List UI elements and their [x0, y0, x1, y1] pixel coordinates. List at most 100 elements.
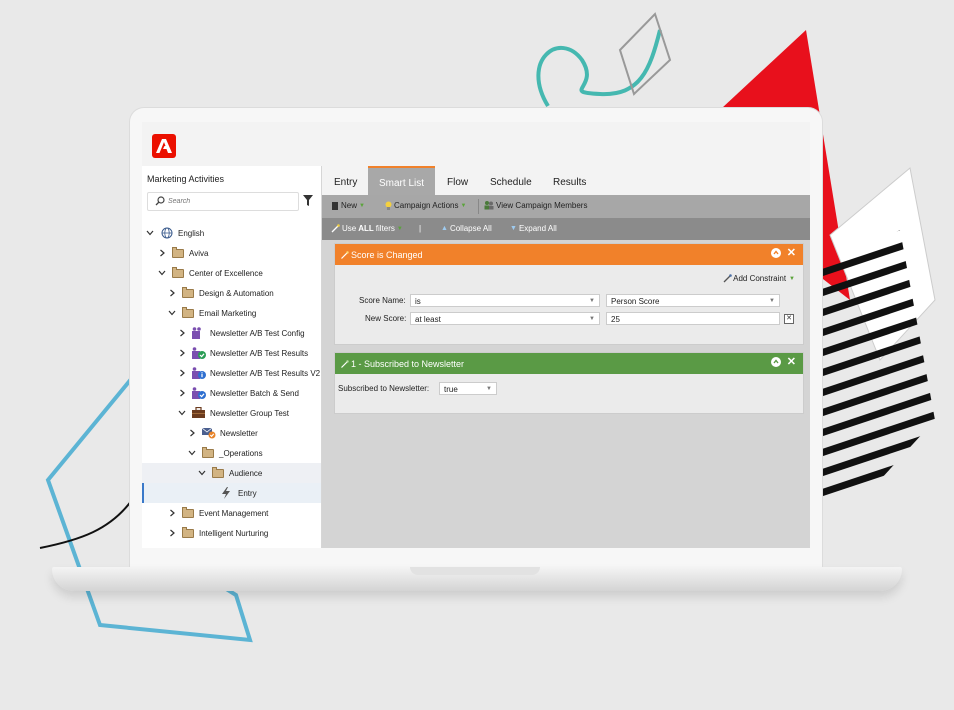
- separator: |: [419, 224, 422, 233]
- score-name-value-select[interactable]: Person Score ▼: [606, 294, 780, 307]
- new-score-operator-value: at least: [415, 315, 441, 324]
- subscribed-value: true: [444, 385, 458, 394]
- move-up-icon[interactable]: [770, 248, 781, 258]
- dropdown-arrow-icon: ▼: [789, 275, 795, 282]
- chevron-down-icon[interactable]: [198, 469, 206, 477]
- chevron-down-icon[interactable]: [168, 309, 176, 317]
- tree-item-audience[interactable]: Audience: [142, 463, 321, 483]
- tree-item-label: Email Marketing: [199, 308, 257, 318]
- select-arrow-icon: ▼: [486, 386, 492, 392]
- new-score-operator-select[interactable]: at least ▼: [410, 312, 600, 325]
- tree-item-email-marketing[interactable]: Email Marketing: [142, 303, 321, 323]
- tree-item-label: Design & Automation: [199, 288, 274, 298]
- tree-item-label: Newsletter Group Test: [210, 408, 289, 418]
- wand-icon: [341, 251, 349, 259]
- chevron-right-icon[interactable]: [178, 369, 186, 377]
- tree-item-newsletter-group-test[interactable]: Newsletter Group Test: [142, 403, 321, 423]
- search-input[interactable]: [168, 194, 288, 208]
- tab-flow[interactable]: Flow: [436, 166, 479, 195]
- chevron-right-icon[interactable]: [168, 509, 176, 517]
- view-campaign-members-button[interactable]: View Campaign Members: [484, 201, 587, 210]
- folder-icon: [182, 286, 194, 298]
- score-name-value: Person Score: [611, 297, 660, 306]
- trigger-card-score-changed: Score is Changed ✕ Add Constraint ▼ Scor…: [334, 243, 804, 345]
- campaign-content: Entry Smart List Flow Schedule Results N…: [322, 166, 810, 548]
- tree-item-newsletter-batch-send[interactable]: Newsletter Batch & Send: [142, 383, 321, 403]
- close-icon[interactable]: ✕: [787, 248, 796, 259]
- add-constraint-button[interactable]: Add Constraint ▼: [723, 274, 795, 283]
- tree-item-label: Newsletter: [220, 428, 258, 438]
- select-arrow-icon: ▼: [769, 298, 775, 304]
- chevron-right-icon[interactable]: [168, 529, 176, 537]
- folder-icon: [182, 506, 194, 518]
- remove-row-icon[interactable]: ✕: [784, 314, 794, 324]
- trigger-title: Score is Changed: [351, 249, 423, 260]
- tree-item-label: Audience: [229, 468, 263, 478]
- chevron-right-icon[interactable]: [158, 249, 166, 257]
- folder-icon: [172, 266, 184, 278]
- filter-header[interactable]: 1 - Subscribed to Newsletter ✕: [335, 353, 803, 374]
- dropdown-arrow-icon: ▼: [460, 202, 467, 209]
- folder-icon: [212, 466, 224, 478]
- new-score-value-input[interactable]: 25: [606, 312, 780, 325]
- tree-item-newsletter-ab-test-config[interactable]: Newsletter A/B Test Config: [142, 323, 321, 343]
- campaign-actions-button[interactable]: Campaign Actions ▼: [385, 201, 466, 210]
- tree-item-label: Entry: [238, 488, 257, 498]
- app-topbar: [142, 122, 810, 167]
- tab-schedule[interactable]: Schedule: [479, 166, 543, 195]
- panel-title: Marketing Activities: [147, 174, 225, 184]
- chevron-right-icon[interactable]: [178, 349, 186, 357]
- tree-item-label: _Operations: [219, 448, 263, 458]
- chevron-down-icon[interactable]: [178, 409, 186, 417]
- folder-icon: [182, 306, 194, 318]
- chevron-right-icon[interactable]: [178, 389, 186, 397]
- search-box[interactable]: [147, 192, 299, 211]
- program-check-icon: [192, 347, 206, 359]
- tree-item-newsletter-ab-test-results[interactable]: Newsletter A/B Test Results: [142, 343, 321, 363]
- tree-item-operations[interactable]: _Operations: [142, 443, 321, 463]
- chevron-right-icon[interactable]: [168, 289, 176, 297]
- chevron-down-icon[interactable]: [188, 449, 196, 457]
- tree-item-aviva[interactable]: Aviva: [142, 243, 321, 263]
- tree-item-design-automation[interactable]: Design & Automation: [142, 283, 321, 303]
- app-screen: Marketing Activities English Aviva: [142, 122, 810, 548]
- tree-item-event-management[interactable]: Event Management: [142, 503, 321, 523]
- use-filters-button[interactable]: Use ALL filters ▼: [331, 224, 403, 233]
- tree-item-newsletter[interactable]: Newsletter: [142, 423, 321, 443]
- score-name-operator-value: is: [415, 297, 421, 306]
- close-icon[interactable]: ✕: [787, 357, 796, 368]
- tree-item-intelligent-nurturing[interactable]: Intelligent Nurturing: [142, 523, 321, 543]
- tree-item-label: Event Management: [199, 508, 269, 518]
- move-up-icon[interactable]: [770, 357, 781, 367]
- collapse-all-button[interactable]: ▲ Collapse All: [441, 224, 492, 233]
- folder-icon: [182, 526, 194, 538]
- chevron-down-icon[interactable]: [158, 269, 166, 277]
- tree-item-label: Newsletter A/B Test Results V2: [210, 368, 321, 378]
- expand-all-button[interactable]: ▼ Expand All: [510, 224, 557, 233]
- score-name-operator-select[interactable]: is ▼: [410, 294, 600, 307]
- chevron-down-icon[interactable]: [146, 229, 154, 237]
- tree-item-center-of-excellence[interactable]: Center of Excellence: [142, 263, 321, 283]
- tree-item-entry[interactable]: Entry: [142, 483, 321, 503]
- adobe-logo-icon[interactable]: [152, 134, 176, 158]
- new-button[interactable]: New ▼: [332, 201, 365, 210]
- subscribed-value-select[interactable]: true ▼: [439, 382, 497, 395]
- expand-label: Expand All: [518, 224, 557, 233]
- subscribed-label: Subscribed to Newsletter:: [338, 384, 430, 393]
- tab-smart-list[interactable]: Smart List: [368, 166, 436, 197]
- lightbulb-icon: [385, 201, 392, 210]
- filter-icon[interactable]: [303, 195, 313, 206]
- new-score-label: New Score:: [365, 314, 407, 323]
- use-label: Use: [342, 224, 357, 233]
- trigger-header[interactable]: Score is Changed ✕: [335, 244, 803, 265]
- campaign-actions-label: Campaign Actions: [394, 201, 459, 210]
- chevron-right-icon[interactable]: [188, 429, 196, 437]
- tree-item-english[interactable]: English: [142, 223, 321, 243]
- tree-item-newsletter-ab-test-results-v2[interactable]: Newsletter A/B Test Results V2: [142, 363, 321, 383]
- use-all-label: ALL: [358, 224, 374, 233]
- campaign-tabs: Entry Smart List Flow Schedule Results: [322, 166, 810, 197]
- tab-results[interactable]: Results: [542, 166, 597, 195]
- chevron-right-icon[interactable]: [178, 329, 186, 337]
- tree-item-label: Newsletter A/B Test Config: [210, 328, 305, 338]
- tab-entry[interactable]: Entry: [323, 166, 368, 195]
